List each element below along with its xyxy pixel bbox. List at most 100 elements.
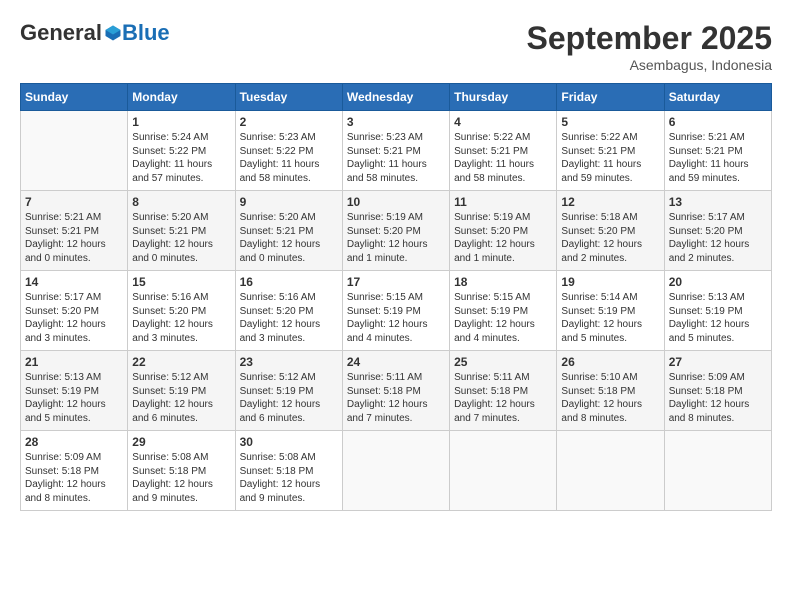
day-number: 15 <box>132 275 230 289</box>
day-info: Sunrise: 5:11 AM Sunset: 5:18 PM Dayligh… <box>454 371 552 425</box>
calendar-week-row: 7 Sunrise: 5:21 AM Sunset: 5:21 PM Daylig… <box>21 191 772 271</box>
day-info: Sunrise: 5:17 AM Sunset: 5:20 PM Dayligh… <box>25 291 123 345</box>
calendar-day-cell: 7 Sunrise: 5:21 AM Sunset: 5:21 PM Daylig… <box>21 191 128 271</box>
day-number: 20 <box>669 275 767 289</box>
calendar-week-row: 28 Sunrise: 5:09 AM Sunset: 5:18 PM Dayli… <box>21 431 772 511</box>
calendar-day-cell: 2 Sunrise: 5:23 AM Sunset: 5:22 PM Daylig… <box>235 111 342 191</box>
calendar-day-cell <box>21 111 128 191</box>
day-number: 16 <box>240 275 338 289</box>
calendar-day-cell: 24 Sunrise: 5:11 AM Sunset: 5:18 PM Dayli… <box>342 351 449 431</box>
day-info: Sunrise: 5:12 AM Sunset: 5:19 PM Dayligh… <box>240 371 338 425</box>
calendar-week-row: 1Sunrise: 5:24 AM Sunset: 5:22 PM Daylig… <box>21 111 772 191</box>
day-number: 4 <box>454 115 552 129</box>
day-number: 22 <box>132 355 230 369</box>
weekday-header-cell: Sunday <box>21 84 128 111</box>
calendar-day-cell: 18Sunrise: 5:15 AM Sunset: 5:19 PM Dayli… <box>450 271 557 351</box>
day-number: 28 <box>25 435 123 449</box>
calendar-day-cell: 10Sunrise: 5:19 AM Sunset: 5:20 PM Dayli… <box>342 191 449 271</box>
day-info: Sunrise: 5:21 AM Sunset: 5:21 PM Dayligh… <box>669 131 767 185</box>
day-number: 6 <box>669 115 767 129</box>
calendar-day-cell <box>450 431 557 511</box>
calendar-day-cell: 21 Sunrise: 5:13 AM Sunset: 5:19 PM Dayli… <box>21 351 128 431</box>
calendar-week-row: 14 Sunrise: 5:17 AM Sunset: 5:20 PM Dayli… <box>21 271 772 351</box>
calendar-day-cell: 23 Sunrise: 5:12 AM Sunset: 5:19 PM Dayli… <box>235 351 342 431</box>
calendar-week-row: 21 Sunrise: 5:13 AM Sunset: 5:19 PM Dayli… <box>21 351 772 431</box>
day-info: Sunrise: 5:13 AM Sunset: 5:19 PM Dayligh… <box>25 371 123 425</box>
calendar-day-cell: 30Sunrise: 5:08 AM Sunset: 5:18 PM Dayli… <box>235 431 342 511</box>
calendar-day-cell: 3 Sunrise: 5:23 AM Sunset: 5:21 PM Daylig… <box>342 111 449 191</box>
calendar-day-cell: 19 Sunrise: 5:14 AM Sunset: 5:19 PM Dayli… <box>557 271 664 351</box>
day-number: 8 <box>132 195 230 209</box>
weekday-header-cell: Tuesday <box>235 84 342 111</box>
calendar-day-cell: 20 Sunrise: 5:13 AM Sunset: 5:19 PM Dayli… <box>664 271 771 351</box>
day-number: 27 <box>669 355 767 369</box>
day-info: Sunrise: 5:08 AM Sunset: 5:18 PM Dayligh… <box>132 451 230 505</box>
day-info: Sunrise: 5:09 AM Sunset: 5:18 PM Dayligh… <box>669 371 767 425</box>
day-number: 3 <box>347 115 445 129</box>
weekday-header-row: SundayMondayTuesdayWednesdayThursdayFrid… <box>21 84 772 111</box>
calendar-body: 1Sunrise: 5:24 AM Sunset: 5:22 PM Daylig… <box>21 111 772 511</box>
calendar-day-cell: 29 Sunrise: 5:08 AM Sunset: 5:18 PM Dayli… <box>128 431 235 511</box>
calendar-day-cell: 5 Sunrise: 5:22 AM Sunset: 5:21 PM Daylig… <box>557 111 664 191</box>
day-info: Sunrise: 5:13 AM Sunset: 5:19 PM Dayligh… <box>669 291 767 345</box>
day-info: Sunrise: 5:23 AM Sunset: 5:22 PM Dayligh… <box>240 131 338 185</box>
calendar-day-cell: 4 Sunrise: 5:22 AM Sunset: 5:21 PM Daylig… <box>450 111 557 191</box>
day-number: 11 <box>454 195 552 209</box>
title-block: September 2025 Asembagus, Indonesia <box>527 20 772 73</box>
day-number: 24 <box>347 355 445 369</box>
calendar-day-cell: 8Sunrise: 5:20 AM Sunset: 5:21 PM Daylig… <box>128 191 235 271</box>
day-number: 9 <box>240 195 338 209</box>
day-number: 17 <box>347 275 445 289</box>
calendar-day-cell: 6 Sunrise: 5:21 AM Sunset: 5:21 PM Daylig… <box>664 111 771 191</box>
day-info: Sunrise: 5:22 AM Sunset: 5:21 PM Dayligh… <box>561 131 659 185</box>
day-number: 7 <box>25 195 123 209</box>
day-number: 19 <box>561 275 659 289</box>
logo-icon <box>104 24 122 42</box>
calendar-day-cell: 27 Sunrise: 5:09 AM Sunset: 5:18 PM Dayli… <box>664 351 771 431</box>
day-number: 26 <box>561 355 659 369</box>
weekday-header-cell: Monday <box>128 84 235 111</box>
calendar-day-cell: 11Sunrise: 5:19 AM Sunset: 5:20 PM Dayli… <box>450 191 557 271</box>
day-info: Sunrise: 5:18 AM Sunset: 5:20 PM Dayligh… <box>561 211 659 265</box>
calendar-day-cell: 13Sunrise: 5:17 AM Sunset: 5:20 PM Dayli… <box>664 191 771 271</box>
day-info: Sunrise: 5:24 AM Sunset: 5:22 PM Dayligh… <box>132 131 230 185</box>
day-info: Sunrise: 5:23 AM Sunset: 5:21 PM Dayligh… <box>347 131 445 185</box>
day-number: 2 <box>240 115 338 129</box>
day-info: Sunrise: 5:16 AM Sunset: 5:20 PM Dayligh… <box>132 291 230 345</box>
day-info: Sunrise: 5:19 AM Sunset: 5:20 PM Dayligh… <box>347 211 445 265</box>
day-info: Sunrise: 5:21 AM Sunset: 5:21 PM Dayligh… <box>25 211 123 265</box>
calendar-day-cell: 22 Sunrise: 5:12 AM Sunset: 5:19 PM Dayli… <box>128 351 235 431</box>
calendar-day-cell: 17 Sunrise: 5:15 AM Sunset: 5:19 PM Dayli… <box>342 271 449 351</box>
day-info: Sunrise: 5:17 AM Sunset: 5:20 PM Dayligh… <box>669 211 767 265</box>
calendar-day-cell <box>664 431 771 511</box>
day-number: 23 <box>240 355 338 369</box>
day-number: 5 <box>561 115 659 129</box>
day-info: Sunrise: 5:10 AM Sunset: 5:18 PM Dayligh… <box>561 371 659 425</box>
day-info: Sunrise: 5:14 AM Sunset: 5:19 PM Dayligh… <box>561 291 659 345</box>
weekday-header-cell: Saturday <box>664 84 771 111</box>
day-info: Sunrise: 5:22 AM Sunset: 5:21 PM Dayligh… <box>454 131 552 185</box>
location-subtitle: Asembagus, Indonesia <box>527 57 772 73</box>
day-number: 25 <box>454 355 552 369</box>
calendar-day-cell: 25 Sunrise: 5:11 AM Sunset: 5:18 PM Dayli… <box>450 351 557 431</box>
day-info: Sunrise: 5:09 AM Sunset: 5:18 PM Dayligh… <box>25 451 123 505</box>
weekday-header-cell: Wednesday <box>342 84 449 111</box>
day-number: 29 <box>132 435 230 449</box>
day-number: 14 <box>25 275 123 289</box>
calendar-day-cell: 14 Sunrise: 5:17 AM Sunset: 5:20 PM Dayli… <box>21 271 128 351</box>
logo-general-text: General <box>20 20 102 46</box>
day-info: Sunrise: 5:12 AM Sunset: 5:19 PM Dayligh… <box>132 371 230 425</box>
calendar-day-cell: 26 Sunrise: 5:10 AM Sunset: 5:18 PM Dayli… <box>557 351 664 431</box>
day-info: Sunrise: 5:15 AM Sunset: 5:19 PM Dayligh… <box>347 291 445 345</box>
day-info: Sunrise: 5:11 AM Sunset: 5:18 PM Dayligh… <box>347 371 445 425</box>
calendar-day-cell <box>342 431 449 511</box>
calendar-day-cell: 15 Sunrise: 5:16 AM Sunset: 5:20 PM Dayli… <box>128 271 235 351</box>
calendar-table: SundayMondayTuesdayWednesdayThursdayFrid… <box>20 83 772 511</box>
weekday-header-cell: Thursday <box>450 84 557 111</box>
day-number: 12 <box>561 195 659 209</box>
logo-blue-text: Blue <box>122 20 170 46</box>
day-info: Sunrise: 5:20 AM Sunset: 5:21 PM Dayligh… <box>240 211 338 265</box>
day-number: 18 <box>454 275 552 289</box>
calendar-day-cell: 16Sunrise: 5:16 AM Sunset: 5:20 PM Dayli… <box>235 271 342 351</box>
day-number: 21 <box>25 355 123 369</box>
